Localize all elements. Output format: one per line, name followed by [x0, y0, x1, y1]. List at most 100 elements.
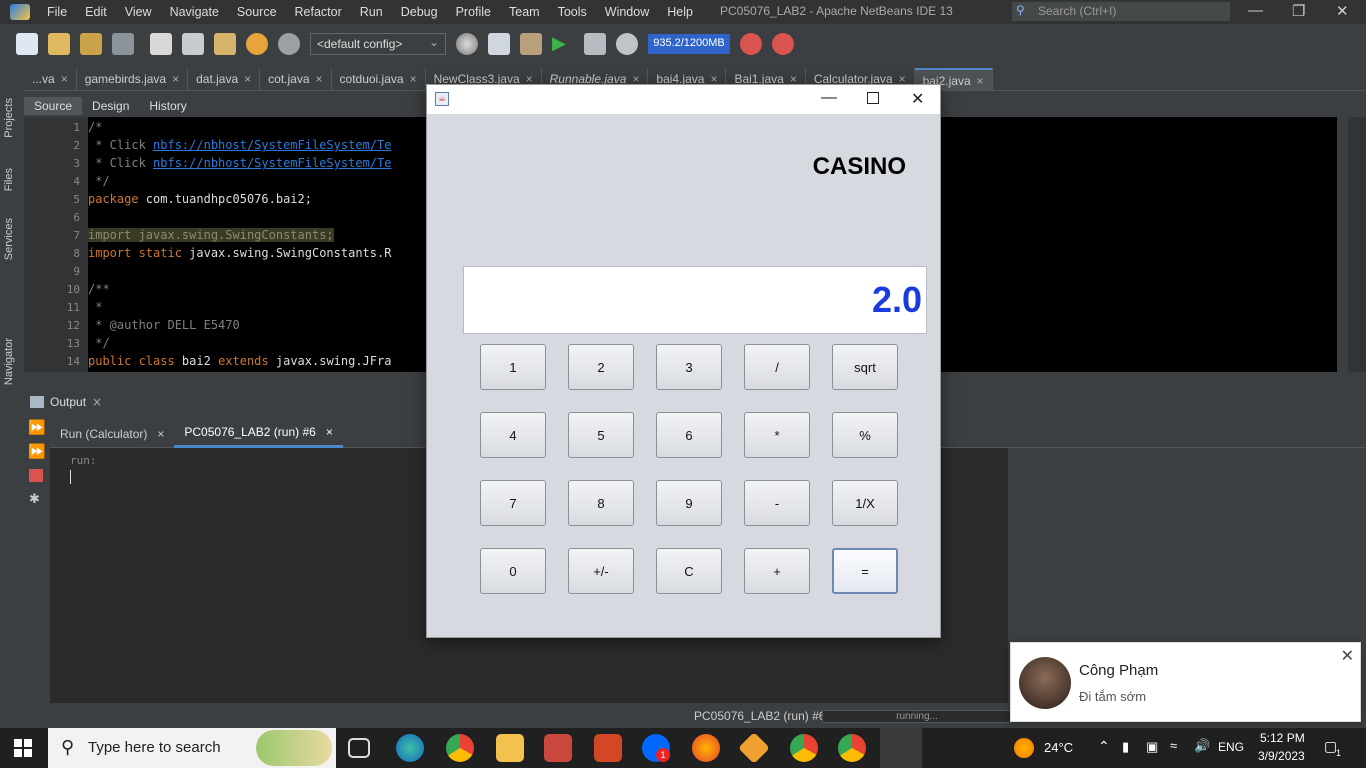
- key-4-button[interactable]: 4: [480, 412, 546, 458]
- sidebar-files[interactable]: Files: [3, 168, 15, 191]
- minimize-icon[interactable]: —: [1248, 2, 1263, 19]
- menu-window[interactable]: Window: [596, 5, 658, 19]
- new-file-icon[interactable]: [16, 33, 38, 55]
- menu-edit[interactable]: Edit: [76, 5, 116, 19]
- stop-icon[interactable]: [772, 33, 794, 55]
- chat-notification[interactable]: Công Phạm Đi tắm sớm ✕: [1010, 642, 1361, 722]
- chrome-icon[interactable]: [446, 734, 474, 762]
- run-icon[interactable]: ▶: [552, 33, 574, 55]
- volume-icon[interactable]: 🔊: [1194, 738, 1210, 754]
- equals-button[interactable]: =: [832, 548, 898, 594]
- config-select[interactable]: <default config> ⌄: [310, 33, 446, 55]
- cut-icon[interactable]: [150, 33, 172, 55]
- key-9-button[interactable]: 9: [656, 480, 722, 526]
- gc-icon[interactable]: [740, 33, 762, 55]
- close-icon[interactable]: ✕: [1336, 2, 1349, 20]
- key-1-button[interactable]: 1: [480, 344, 546, 390]
- wifi-icon[interactable]: ≈: [1170, 738, 1177, 753]
- menu-team[interactable]: Team: [500, 5, 549, 19]
- edge-icon[interactable]: [396, 734, 424, 762]
- menu-help[interactable]: Help: [658, 5, 702, 19]
- close-icon[interactable]: ×: [172, 72, 179, 90]
- sqrt-button[interactable]: sqrt: [832, 344, 898, 390]
- sidebar-navigator[interactable]: Navigator: [3, 338, 15, 385]
- tab-history[interactable]: History: [139, 97, 196, 115]
- firefox-icon[interactable]: [692, 734, 720, 762]
- task-view-icon[interactable]: [348, 738, 370, 758]
- code-link[interactable]: nbfs://nbhost/SystemFileSystem/Te: [153, 156, 391, 170]
- code-link[interactable]: nbfs://nbhost/SystemFileSystem/Te: [153, 138, 391, 152]
- taskbar-search-input[interactable]: ⚲ Type here to search: [48, 728, 336, 768]
- close-icon[interactable]: ×: [326, 425, 333, 439]
- restore-icon[interactable]: ❐: [1292, 2, 1305, 20]
- open-project-icon[interactable]: [80, 33, 102, 55]
- chevron-up-icon[interactable]: ⌃: [1098, 738, 1110, 755]
- close-icon[interactable]: ×: [977, 74, 984, 90]
- close-icon[interactable]: ×: [157, 427, 164, 441]
- tab-file-0[interactable]: ...va ×: [24, 68, 77, 90]
- negate-button[interactable]: +/-: [568, 548, 634, 594]
- powerpoint-icon[interactable]: [594, 734, 622, 762]
- sidebar-services[interactable]: Services: [3, 218, 15, 260]
- tab-run-calculator[interactable]: Run (Calculator) ×: [50, 420, 174, 448]
- redo-icon[interactable]: [278, 33, 300, 55]
- weather-temp[interactable]: 24°C: [1044, 740, 1073, 755]
- paste-icon[interactable]: [214, 33, 236, 55]
- key-0-button[interactable]: 0: [480, 548, 546, 594]
- tab-file-1[interactable]: gamebirds.java ×: [77, 68, 189, 90]
- reciprocal-button[interactable]: 1/X: [832, 480, 898, 526]
- add-button[interactable]: +: [744, 548, 810, 594]
- memory-usage-indicator[interactable]: 935.2/1200MB: [648, 34, 730, 54]
- close-icon[interactable]: ×: [410, 72, 417, 90]
- chrome-profile-icon[interactable]: [790, 734, 818, 762]
- rerun-icon[interactable]: ⏩: [28, 420, 45, 436]
- minimize-icon[interactable]: —: [821, 89, 837, 107]
- stop-icon[interactable]: [29, 469, 43, 482]
- close-icon[interactable]: ×: [244, 72, 251, 90]
- menu-run[interactable]: Run: [351, 5, 392, 19]
- tab-file-2[interactable]: dat.java ×: [188, 68, 261, 90]
- settings-icon[interactable]: ✱: [29, 492, 40, 507]
- editor-vertical-scrollbar[interactable]: [1337, 117, 1348, 372]
- language-indicator[interactable]: ENG: [1218, 740, 1244, 754]
- maximize-icon[interactable]: [867, 92, 879, 104]
- tab-source[interactable]: Source: [24, 97, 83, 115]
- menu-refactor[interactable]: Refactor: [286, 5, 351, 19]
- key-8-button[interactable]: 8: [568, 480, 634, 526]
- snipping-tool-icon[interactable]: [544, 734, 572, 762]
- status-text[interactable]: PC05076_LAB2 (run) #6: [694, 709, 825, 723]
- windows-start-icon[interactable]: [14, 739, 32, 757]
- chrome-profile2-icon[interactable]: [838, 734, 866, 762]
- close-icon[interactable]: ✕: [911, 89, 924, 109]
- device-icon[interactable]: ▣: [1146, 739, 1158, 755]
- rerun-with-icon[interactable]: ⏩: [28, 444, 45, 460]
- clock-date[interactable]: 3/9/2023: [1258, 749, 1305, 763]
- tab-run-lab2[interactable]: PC05076_LAB2 (run) #6 ×: [174, 420, 343, 448]
- weather-icon[interactable]: [1014, 738, 1034, 758]
- calculator-titlebar[interactable]: ☕ — ✕: [427, 85, 940, 114]
- menu-debug[interactable]: Debug: [392, 5, 447, 19]
- tab-file-3[interactable]: cot.java ×: [260, 68, 332, 90]
- close-icon[interactable]: ✕: [1341, 646, 1354, 665]
- percent-button[interactable]: %: [832, 412, 898, 458]
- key-6-button[interactable]: 6: [656, 412, 722, 458]
- save-all-icon[interactable]: [112, 33, 134, 55]
- tab-file-4[interactable]: cotduoi.java ×: [332, 68, 426, 90]
- output-title[interactable]: Output: [50, 395, 86, 409]
- build-hammer-icon[interactable]: [488, 33, 510, 55]
- profile-icon[interactable]: [616, 33, 638, 55]
- multiply-button[interactable]: *: [744, 412, 810, 458]
- globe-icon[interactable]: [456, 33, 478, 55]
- key-7-button[interactable]: 7: [480, 480, 546, 526]
- close-icon[interactable]: ×: [61, 72, 68, 90]
- divide-button[interactable]: /: [744, 344, 810, 390]
- undo-icon[interactable]: [246, 33, 268, 55]
- menu-navigate[interactable]: Navigate: [161, 5, 228, 19]
- close-icon[interactable]: ×: [316, 72, 323, 90]
- menu-tools[interactable]: Tools: [549, 5, 596, 19]
- netbeans-icon[interactable]: [738, 732, 770, 764]
- menu-view[interactable]: View: [116, 5, 161, 19]
- copy-icon[interactable]: [182, 33, 204, 55]
- menu-file[interactable]: File: [38, 5, 76, 19]
- key-3-button[interactable]: 3: [656, 344, 722, 390]
